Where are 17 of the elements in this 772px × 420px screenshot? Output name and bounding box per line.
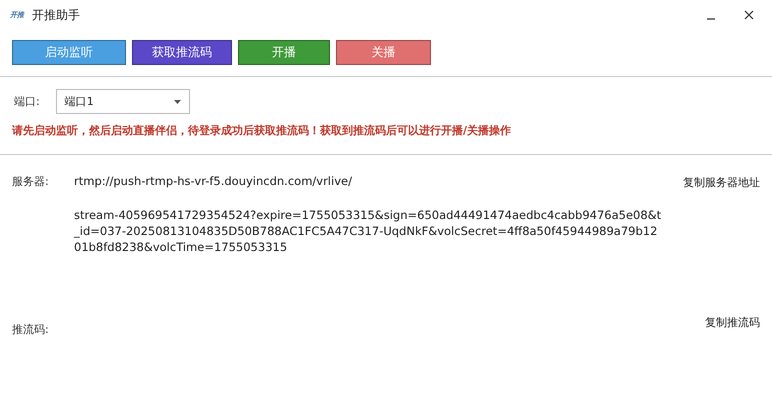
minimize-icon [706,18,716,20]
caret-icon [174,100,181,104]
server-value: rtmp://push-rtmp-hs-vr-f5.douyincdn.com/vrlive/ [74,174,353,190]
stream-text: 01b8fd8238&volcTime=1755053315 [74,240,288,254]
close-icon [744,10,754,20]
notice-text: 请先启动监听，然后启动直播伴侣，待登录成功后获取推流码！获取到推流码后可以进行开播/关播操作 [0,114,772,155]
stream-text: _id=037-20250813104835D50B788AC1FC5A47C317-UqdNkF&volcSecret=4ff8a50f45944989a79b12 [74,224,658,238]
port-label: 端口: [14,94,40,109]
action-button[interactable]: 获取推流码 [132,40,232,65]
window-title: 开推助手 [32,6,81,24]
stream-text: stream-405969541729354524?expire=1755053315&sign=650ad44491474aedbc4cabb9476a5e08&t [74,208,662,222]
server-label: 服务器: [12,174,50,190]
copy-server-link[interactable]: 复制服务器地址 [683,174,760,190]
action-button[interactable]: 开播 [238,40,330,65]
push-code-label: 推流码: [12,322,50,337]
port-dropdown[interactable]: 端口1 [56,89,190,114]
copy-push-code-link[interactable]: 复制推流码 [705,314,760,330]
